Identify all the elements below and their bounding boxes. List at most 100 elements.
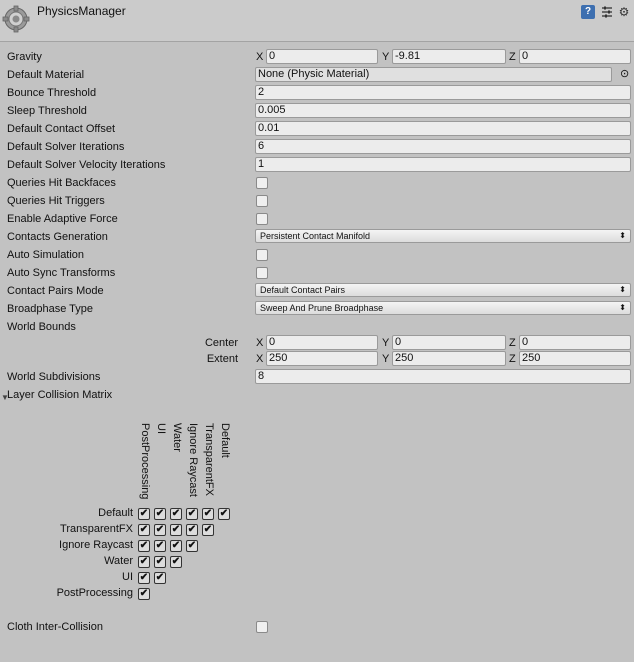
dropdown-arrow-icon: ⬍ <box>619 303 626 312</box>
default-solver-velocity-iterations-field[interactable]: 1 <box>255 157 631 172</box>
bounce-threshold-label: Bounce Threshold <box>7 87 97 99</box>
inspector-header: PhysicsManager ? ⚙ <box>0 0 634 42</box>
preset-icon[interactable] <box>600 5 614 19</box>
default-solver-velocity-iterations-label: Default Solver Velocity Iterations <box>7 159 166 171</box>
gravity-x-field[interactable]: 0 <box>266 49 378 64</box>
default-material-label: Default Material <box>7 69 85 81</box>
world-bounds-label: World Bounds <box>7 321 76 333</box>
matrix-column-label: Default <box>219 423 231 458</box>
sleep-threshold-field[interactable]: 0.005 <box>255 103 631 118</box>
matrix-row-label: Default <box>98 507 133 519</box>
page-title: PhysicsManager <box>37 4 126 18</box>
help-icon[interactable]: ? <box>581 5 595 19</box>
matrix-checkbox[interactable]: ✔ <box>154 508 166 520</box>
extent-z-label: Z <box>509 353 516 365</box>
matrix-checkbox[interactable]: ✔ <box>138 540 150 552</box>
matrix-checkbox[interactable]: ✔ <box>154 556 166 568</box>
extent-x-label: X <box>256 353 264 365</box>
matrix-column-label: TransparentFX <box>203 423 215 496</box>
matrix-checkbox[interactable]: ✔ <box>170 524 182 536</box>
matrix-checkbox[interactable]: ✔ <box>170 508 182 520</box>
matrix-checkbox[interactable]: ✔ <box>170 540 182 552</box>
gravity-y-field[interactable]: -9.81 <box>392 49 506 64</box>
object-picker-icon[interactable]: ⊙ <box>620 67 629 80</box>
contact-pairs-mode-dropdown[interactable]: Default Contact Pairs ⬍ <box>255 283 631 297</box>
matrix-checkbox[interactable]: ✔ <box>138 524 150 536</box>
center-z-field[interactable]: 0 <box>519 335 631 350</box>
matrix-checkbox[interactable]: ✔ <box>138 572 150 584</box>
gravity-x-label: X <box>256 51 264 63</box>
matrix-checkbox[interactable]: ✔ <box>138 588 150 600</box>
matrix-checkbox[interactable]: ✔ <box>218 508 230 520</box>
dropdown-arrow-icon: ⬍ <box>619 231 626 240</box>
default-contact-offset-label: Default Contact Offset <box>7 123 116 135</box>
layer-collision-matrix-label: Layer Collision Matrix <box>7 389 113 401</box>
matrix-row-label: TransparentFX <box>60 523 133 535</box>
contact-pairs-mode-value: Default Contact Pairs <box>260 285 346 295</box>
center-x-label: X <box>256 337 264 349</box>
auto-simulation-checkbox[interactable] <box>256 249 268 261</box>
queries-hit-triggers-label: Queries Hit Triggers <box>7 195 105 207</box>
extent-label: Extent <box>206 353 238 365</box>
matrix-checkbox[interactable]: ✔ <box>186 540 198 552</box>
default-solver-iterations-label: Default Solver Iterations <box>7 141 125 153</box>
matrix-column-label: UI <box>155 423 167 434</box>
world-subdivisions-field[interactable]: 8 <box>255 369 631 384</box>
matrix-row-label: UI <box>122 571 133 583</box>
matrix-checkbox[interactable]: ✔ <box>202 508 214 520</box>
extent-y-label: Y <box>382 353 390 365</box>
matrix-checkbox[interactable]: ✔ <box>154 540 166 552</box>
matrix-checkbox[interactable]: ✔ <box>202 524 214 536</box>
settings-icon[interactable]: ⚙ <box>617 5 631 19</box>
matrix-checkbox[interactable]: ✔ <box>138 508 150 520</box>
broadphase-type-label: Broadphase Type <box>7 303 94 315</box>
matrix-column-label: Water <box>171 423 183 452</box>
dropdown-arrow-icon: ⬍ <box>619 285 626 294</box>
cloth-inter-collision-label: Cloth Inter-Collision <box>7 621 103 633</box>
auto-sync-transforms-checkbox[interactable] <box>256 267 268 279</box>
matrix-checkbox[interactable]: ✔ <box>154 572 166 584</box>
center-y-field[interactable]: 0 <box>392 335 506 350</box>
bounce-threshold-field[interactable]: 2 <box>255 85 631 100</box>
queries-hit-triggers-checkbox[interactable] <box>256 195 268 207</box>
matrix-row-label: Water <box>104 555 133 567</box>
default-contact-offset-field[interactable]: 0.01 <box>255 121 631 136</box>
extent-x-field[interactable]: 250 <box>266 351 378 366</box>
matrix-checkbox[interactable]: ✔ <box>186 524 198 536</box>
contacts-generation-dropdown[interactable]: Persistent Contact Manifold ⬍ <box>255 229 631 243</box>
center-x-field[interactable]: 0 <box>266 335 378 350</box>
extent-y-field[interactable]: 250 <box>392 351 506 366</box>
contact-pairs-mode-label: Contact Pairs Mode <box>7 285 104 297</box>
center-y-label: Y <box>382 337 390 349</box>
contacts-generation-value: Persistent Contact Manifold <box>260 231 371 241</box>
world-subdivisions-label: World Subdivisions <box>7 371 101 383</box>
gravity-z-field[interactable]: 0 <box>519 49 631 64</box>
matrix-column-label: Ignore Raycast <box>187 423 199 497</box>
matrix-checkbox[interactable]: ✔ <box>138 556 150 568</box>
matrix-column-label: PostProcessing <box>139 423 151 500</box>
queries-hit-backfaces-label: Queries Hit Backfaces <box>7 177 116 189</box>
auto-simulation-label: Auto Simulation <box>7 249 85 261</box>
contacts-generation-label: Contacts Generation <box>7 231 108 243</box>
center-z-label: Z <box>509 337 516 349</box>
extent-z-field[interactable]: 250 <box>519 351 631 366</box>
matrix-checkbox[interactable]: ✔ <box>154 524 166 536</box>
gravity-y-label: Y <box>382 51 390 63</box>
enable-adaptive-force-label: Enable Adaptive Force <box>7 213 118 225</box>
matrix-checkbox[interactable]: ✔ <box>186 508 198 520</box>
gravity-z-label: Z <box>509 51 516 63</box>
center-label: Center <box>204 337 238 349</box>
default-solver-iterations-field[interactable]: 6 <box>255 139 631 154</box>
broadphase-type-dropdown[interactable]: Sweep And Prune Broadphase ⬍ <box>255 301 631 315</box>
default-material-field[interactable]: None (Physic Material) <box>255 67 612 82</box>
gravity-label: Gravity <box>7 51 42 63</box>
auto-sync-transforms-label: Auto Sync Transforms <box>7 267 116 279</box>
matrix-row-label: PostProcessing <box>56 587 133 599</box>
gear-icon <box>2 5 30 33</box>
enable-adaptive-force-checkbox[interactable] <box>256 213 268 225</box>
matrix-checkbox[interactable]: ✔ <box>170 556 182 568</box>
broadphase-type-value: Sweep And Prune Broadphase <box>260 303 384 313</box>
queries-hit-backfaces-checkbox[interactable] <box>256 177 268 189</box>
matrix-row-label: Ignore Raycast <box>59 539 133 551</box>
cloth-inter-collision-checkbox[interactable] <box>256 621 268 633</box>
